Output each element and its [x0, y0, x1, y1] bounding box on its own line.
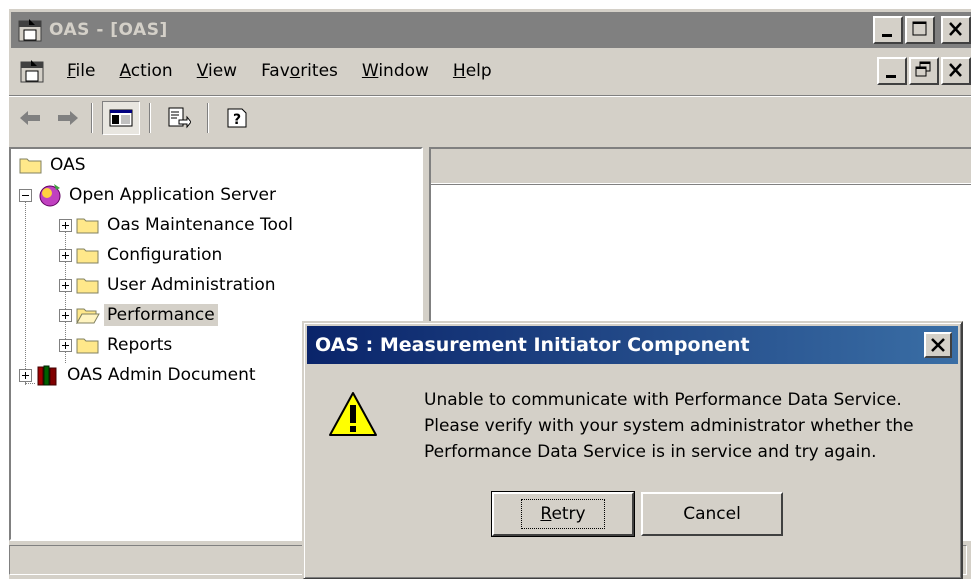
tree-node-user-administration[interactable]: User Administration — [59, 271, 279, 299]
expand-toggle[interactable] — [19, 368, 32, 382]
folder-icon — [76, 338, 99, 354]
console-tree-icon — [109, 109, 133, 126]
mdi-close-button[interactable] — [941, 57, 971, 85]
mdi-minimize-button[interactable] — [877, 57, 907, 85]
minimize-button[interactable] — [873, 16, 903, 44]
window-titlebar[interactable]: OAS - [OAS] — [11, 12, 971, 48]
dialog-titlebar[interactable]: OAS : Measurement Initiator Component — [307, 326, 958, 364]
tree-node-reports[interactable]: Reports — [59, 331, 175, 359]
close-icon — [949, 22, 962, 36]
back-arrow-icon — [20, 110, 40, 125]
tree-label: Oas Maintenance Tool — [107, 215, 293, 235]
dialog-message: Unable to communicate with Performance D… — [424, 387, 964, 465]
books-icon — [37, 365, 57, 386]
tree-node-open-application-server[interactable]: Open Application Server — [19, 181, 279, 209]
dialog-close-button[interactable] — [924, 332, 952, 358]
message-line: Please verify with your system administr… — [424, 416, 914, 436]
export-list-icon — [168, 107, 191, 128]
menu-favorites[interactable]: Favorites — [249, 61, 350, 81]
dialog-title: OAS : Measurement Initiator Component — [315, 334, 750, 356]
tree-label: Open Application Server — [69, 185, 276, 205]
toolbar-separator — [207, 102, 209, 133]
close-icon — [949, 63, 962, 77]
expand-toggle[interactable] — [59, 248, 72, 262]
warning-icon — [329, 392, 377, 436]
mdi-restore-button[interactable] — [909, 57, 939, 85]
expand-toggle[interactable] — [59, 338, 72, 352]
window-title: OAS - [OAS] — [49, 20, 168, 40]
tree-node-configuration[interactable]: Configuration — [59, 241, 225, 269]
folder-icon — [76, 278, 99, 294]
menu-view[interactable]: View — [185, 61, 249, 81]
expand-toggle[interactable] — [59, 308, 72, 322]
toolbar: ? — [9, 95, 971, 139]
forward-button[interactable] — [51, 103, 85, 133]
minimize-icon — [886, 75, 896, 78]
folder-icon — [76, 248, 99, 264]
restore-icon — [915, 61, 931, 77]
forward-arrow-icon — [58, 110, 78, 125]
tree-node-performance[interactable]: Performance — [59, 301, 218, 329]
tree-label: OAS — [50, 155, 86, 175]
tree-node-oas-maintenance-tool[interactable]: Oas Maintenance Tool — [59, 211, 296, 239]
menu-bar: File Action View Favorites Window Help — [9, 51, 971, 91]
cancel-button[interactable]: Cancel — [641, 492, 783, 536]
tree-label: User Administration — [107, 275, 276, 295]
cancel-button-label: Cancel — [683, 504, 741, 524]
toolbar-separator — [91, 102, 93, 133]
retry-button[interactable]: Retry — [491, 491, 635, 537]
menu-window[interactable]: Window — [350, 61, 441, 81]
show-hide-console-tree-button[interactable] — [102, 100, 140, 135]
menu-action[interactable]: Action — [107, 61, 184, 81]
message-line: Unable to communicate with Performance D… — [424, 390, 902, 410]
back-button[interactable] — [13, 103, 47, 133]
caption-buttons — [873, 16, 971, 44]
error-dialog: OAS : Measurement Initiator Component Un… — [302, 321, 963, 579]
mmc-app-icon — [18, 19, 42, 42]
message-line: Performance Data Service is in service a… — [424, 442, 877, 462]
minimize-icon — [882, 34, 892, 37]
help-button[interactable]: ? — [218, 101, 256, 135]
tree-label: OAS Admin Document — [67, 365, 256, 385]
console-document-icon[interactable] — [19, 58, 45, 84]
retry-button-label: Retry — [521, 499, 605, 529]
tree-label: Reports — [107, 335, 173, 355]
result-pane-header — [431, 149, 971, 185]
maximize-button[interactable] — [905, 16, 935, 44]
server-globe-icon — [39, 184, 61, 207]
close-icon — [931, 338, 945, 352]
maximize-icon — [912, 21, 927, 36]
close-button[interactable] — [941, 16, 971, 44]
folder-icon — [19, 158, 42, 174]
menu-file[interactable]: File — [55, 61, 107, 81]
tree-line — [25, 189, 26, 385]
tree-node-oas[interactable]: OAS — [19, 151, 89, 179]
menu-help[interactable]: Help — [441, 61, 504, 81]
svg-text:?: ? — [233, 112, 241, 128]
tree-label: Performance — [104, 304, 218, 326]
tree-node-oas-admin-document[interactable]: OAS Admin Document — [19, 361, 259, 389]
help-icon: ? — [227, 108, 247, 128]
export-list-button[interactable] — [160, 101, 198, 135]
collapse-toggle[interactable] — [19, 188, 32, 202]
toolbar-separator — [149, 102, 151, 133]
tree-label: Configuration — [107, 245, 223, 265]
open-folder-icon — [76, 308, 100, 324]
expand-toggle[interactable] — [59, 278, 72, 292]
mdi-caption-buttons — [877, 57, 971, 85]
folder-icon — [76, 218, 99, 234]
expand-toggle[interactable] — [59, 218, 72, 232]
